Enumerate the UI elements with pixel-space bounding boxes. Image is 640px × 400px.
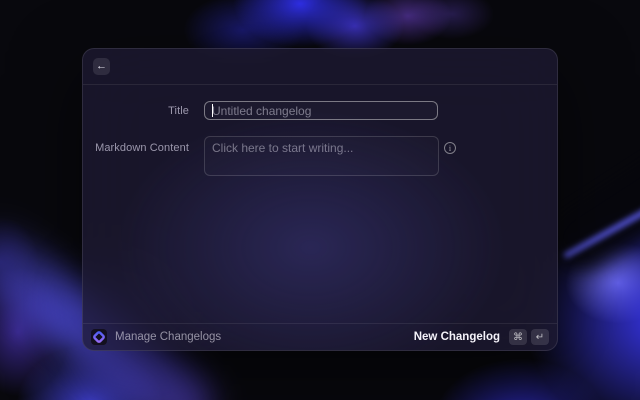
window-footer: Manage Changelogs New Changelog ⌘ ↵ bbox=[83, 323, 557, 350]
markdown-content-label: Markdown Content bbox=[83, 142, 189, 154]
extension-name: Manage Changelogs bbox=[115, 331, 221, 343]
primary-action-button[interactable]: New Changelog ⌘ ↵ bbox=[414, 329, 549, 345]
markdown-content-input[interactable] bbox=[204, 136, 439, 176]
raycast-extension-window: ← Title Markdown Content i bbox=[82, 48, 558, 351]
primary-action-label: New Changelog bbox=[414, 331, 500, 343]
window-header: ← bbox=[83, 49, 557, 84]
title-label: Title bbox=[83, 105, 189, 117]
extension-logo-icon bbox=[91, 329, 107, 345]
info-icon[interactable]: i bbox=[444, 142, 456, 154]
footer-extension: Manage Changelogs bbox=[91, 329, 221, 345]
cmd-key-icon: ⌘ bbox=[509, 329, 527, 345]
title-input-wrap bbox=[204, 101, 438, 120]
title-input[interactable] bbox=[204, 101, 438, 120]
title-field-row: Title bbox=[83, 101, 557, 120]
text-caret bbox=[212, 104, 213, 117]
back-button[interactable]: ← bbox=[93, 58, 110, 75]
markdown-field-row: Markdown Content i bbox=[83, 136, 557, 176]
form-content: Title Markdown Content i bbox=[83, 85, 557, 176]
back-arrow-icon: ← bbox=[96, 58, 107, 75]
enter-key-icon: ↵ bbox=[531, 329, 549, 345]
